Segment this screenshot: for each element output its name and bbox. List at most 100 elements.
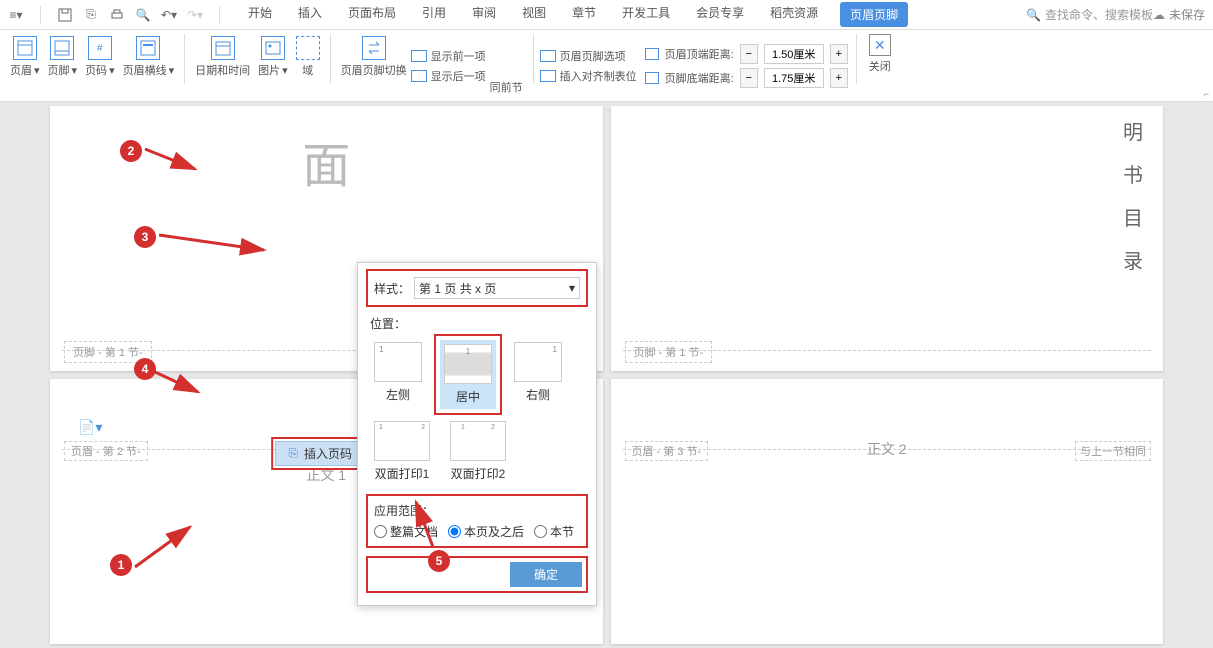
hf-options-label: 页眉页脚选项 [560, 48, 626, 64]
arrow-5 [408, 497, 443, 552]
pos-duplex2-label: 双面打印2 [451, 465, 506, 482]
search-box[interactable]: 🔍 查找命令、搜索模板 [1026, 6, 1153, 23]
unsaved-indicator[interactable]: ☁ 未保存 [1153, 6, 1205, 23]
confirm-highlight: 确定 [366, 556, 588, 593]
pos-center[interactable]: 1 居中 [440, 340, 496, 409]
menu-icon[interactable]: ≡▾ [8, 7, 24, 23]
page-4: 页眉 - 第 3 节- 正文 2 与上一节相同 [611, 379, 1164, 644]
vert-char-3: 目 [1123, 202, 1143, 231]
same-section-label: 同前节 [490, 79, 523, 95]
tab-review[interactable]: 审阅 [468, 2, 500, 27]
pos-duplex1-label: 双面打印1 [375, 465, 430, 482]
insert-pagenum-label: 插入页码 [304, 445, 352, 462]
footer-button[interactable]: 页脚 ▾ [44, 34, 82, 97]
picture-button[interactable]: 图片 ▾ [254, 34, 292, 97]
insert-pagenum-icon: ⎘ [288, 446, 298, 461]
body-text-2: 正文 2 [867, 439, 907, 459]
page-2: 明 书 目 录 页脚 - 第 1 节- [611, 106, 1164, 371]
marker-2: 2 [120, 140, 142, 162]
marker-3: 3 [134, 226, 156, 248]
picture-label: 图片 [258, 62, 280, 78]
field-button[interactable]: 域 [292, 34, 324, 97]
unsaved-label: 未保存 [1169, 6, 1205, 23]
bottom-distance-row: 页脚底端距离: − + [645, 68, 848, 88]
tab-member[interactable]: 会员专享 [692, 2, 748, 27]
tab-chapter[interactable]: 章节 [568, 2, 600, 27]
vert-char-4: 录 [1123, 245, 1143, 274]
hf-options-button[interactable]: 页眉页脚选项 [540, 48, 637, 64]
undo-icon[interactable]: ↶▾ [161, 7, 177, 23]
search-icon: 🔍 [1026, 8, 1041, 22]
tab-view[interactable]: 视图 [518, 2, 550, 27]
pagenum-label: 页码 [85, 62, 107, 78]
ribbon-corner-icon[interactable]: ⌐ [1204, 89, 1209, 99]
top-dist-input[interactable] [764, 44, 824, 64]
header-label: 页眉 [10, 62, 32, 78]
datetime-button[interactable]: 日期和时间 [191, 34, 254, 97]
switch-button[interactable]: 页眉页脚切换 [337, 34, 411, 97]
save-icon[interactable] [57, 7, 73, 23]
pos-duplex1[interactable]: 12 双面打印1 [370, 417, 434, 486]
confirm-button[interactable]: 确定 [510, 562, 582, 587]
pos-duplex2[interactable]: 12 双面打印2 [446, 417, 510, 486]
field-label: 域 [302, 62, 313, 78]
style-highlight: 样式： 第 1 页 共 x 页 ▾ [366, 269, 588, 307]
show-prev-button[interactable]: 显示前一项 [411, 48, 486, 64]
radio-after[interactable]: 本页及之后 [448, 523, 524, 540]
tab-start[interactable]: 开始 [244, 2, 276, 27]
preview-icon[interactable]: 🔍 [135, 7, 151, 23]
pagenum-button[interactable]: # 页码 ▾ [81, 34, 119, 97]
redo-icon[interactable]: ↷▾ [187, 7, 203, 23]
bottom-dist-label: 页脚底端距离: [665, 70, 734, 86]
radio-after-label: 本页及之后 [464, 523, 524, 540]
pos-right[interactable]: 1 右侧 [510, 338, 566, 407]
top-menu-bar: ≡▾ ⎘ 🔍 ↶▾ ↷▾ 开始 插入 页面布局 引用 审阅 视图 章节 开发工具… [0, 0, 1213, 30]
bottom-dist-plus[interactable]: + [830, 68, 848, 88]
style-label: 样式： [374, 280, 410, 297]
quick-access: ≡▾ ⎘ 🔍 ↶▾ ↷▾ [8, 6, 226, 24]
large-character: 面 [302, 126, 350, 196]
document-area: 面 页脚 - 第 1 节- 明 书 目 录 页脚 - 第 1 节- 📄▾ 页眉 … [0, 102, 1213, 648]
chevron-down-icon: ▾ [569, 281, 575, 295]
tab-insert[interactable]: 插入 [294, 2, 326, 27]
bottom-dist-input[interactable] [764, 68, 824, 88]
pos-left-label: 左侧 [386, 386, 410, 403]
close-label: 关闭 [869, 58, 891, 74]
radio-section-label: 本节 [550, 523, 574, 540]
print-icon[interactable] [109, 7, 125, 23]
arrow-2 [140, 144, 210, 179]
footer-label: 页脚 [48, 62, 70, 78]
tab-resource[interactable]: 稻壳资源 [766, 2, 822, 27]
tab-ref[interactable]: 引用 [418, 2, 450, 27]
export-icon[interactable]: ⎘ [83, 7, 99, 23]
top-dist-plus[interactable]: + [830, 44, 848, 64]
arrow-3 [154, 230, 274, 260]
tab-layout[interactable]: 页面布局 [344, 2, 400, 27]
header-button[interactable]: 页眉 ▾ [6, 34, 44, 97]
footer-tag-s1b: 页脚 - 第 1 节- [625, 341, 713, 363]
headerline-label: 页眉横线 [123, 62, 167, 78]
headerline-button[interactable]: 页眉横线 ▾ [119, 34, 179, 97]
bottom-dist-minus[interactable]: − [740, 68, 758, 88]
close-hf-button[interactable]: ✕ 关闭 [869, 34, 891, 97]
tabstop-label: 插入对齐制表位 [560, 68, 637, 84]
tab-headerfooter[interactable]: 页眉页脚 [840, 2, 908, 27]
show-next-label: 显示后一项 [431, 68, 486, 84]
doc-icon[interactable]: 📄▾ [78, 419, 102, 436]
header-tag-s2: 页眉 - 第 2 节- [64, 441, 148, 461]
show-prev-label: 显示前一项 [431, 48, 486, 64]
pos-left[interactable]: 1 左侧 [370, 338, 426, 407]
style-value: 第 1 页 共 x 页 [419, 280, 496, 297]
radio-section[interactable]: 本节 [534, 523, 574, 540]
top-dist-minus[interactable]: − [740, 44, 758, 64]
pos-center-highlight: 1 居中 [434, 334, 502, 415]
style-select[interactable]: 第 1 页 共 x 页 ▾ [414, 277, 580, 299]
scope-highlight: 应用范围： 整篇文档 本页及之后 本节 [366, 494, 588, 548]
vert-char-1: 明 [1123, 116, 1143, 145]
same-section-button[interactable]: 同前节 [486, 34, 527, 97]
search-placeholder: 查找命令、搜索模板 [1045, 6, 1153, 23]
tab-dev[interactable]: 开发工具 [618, 2, 674, 27]
arrow-1 [130, 522, 220, 572]
show-next-button[interactable]: 显示后一项 [411, 68, 486, 84]
tabstop-button[interactable]: 插入对齐制表位 [540, 68, 637, 84]
